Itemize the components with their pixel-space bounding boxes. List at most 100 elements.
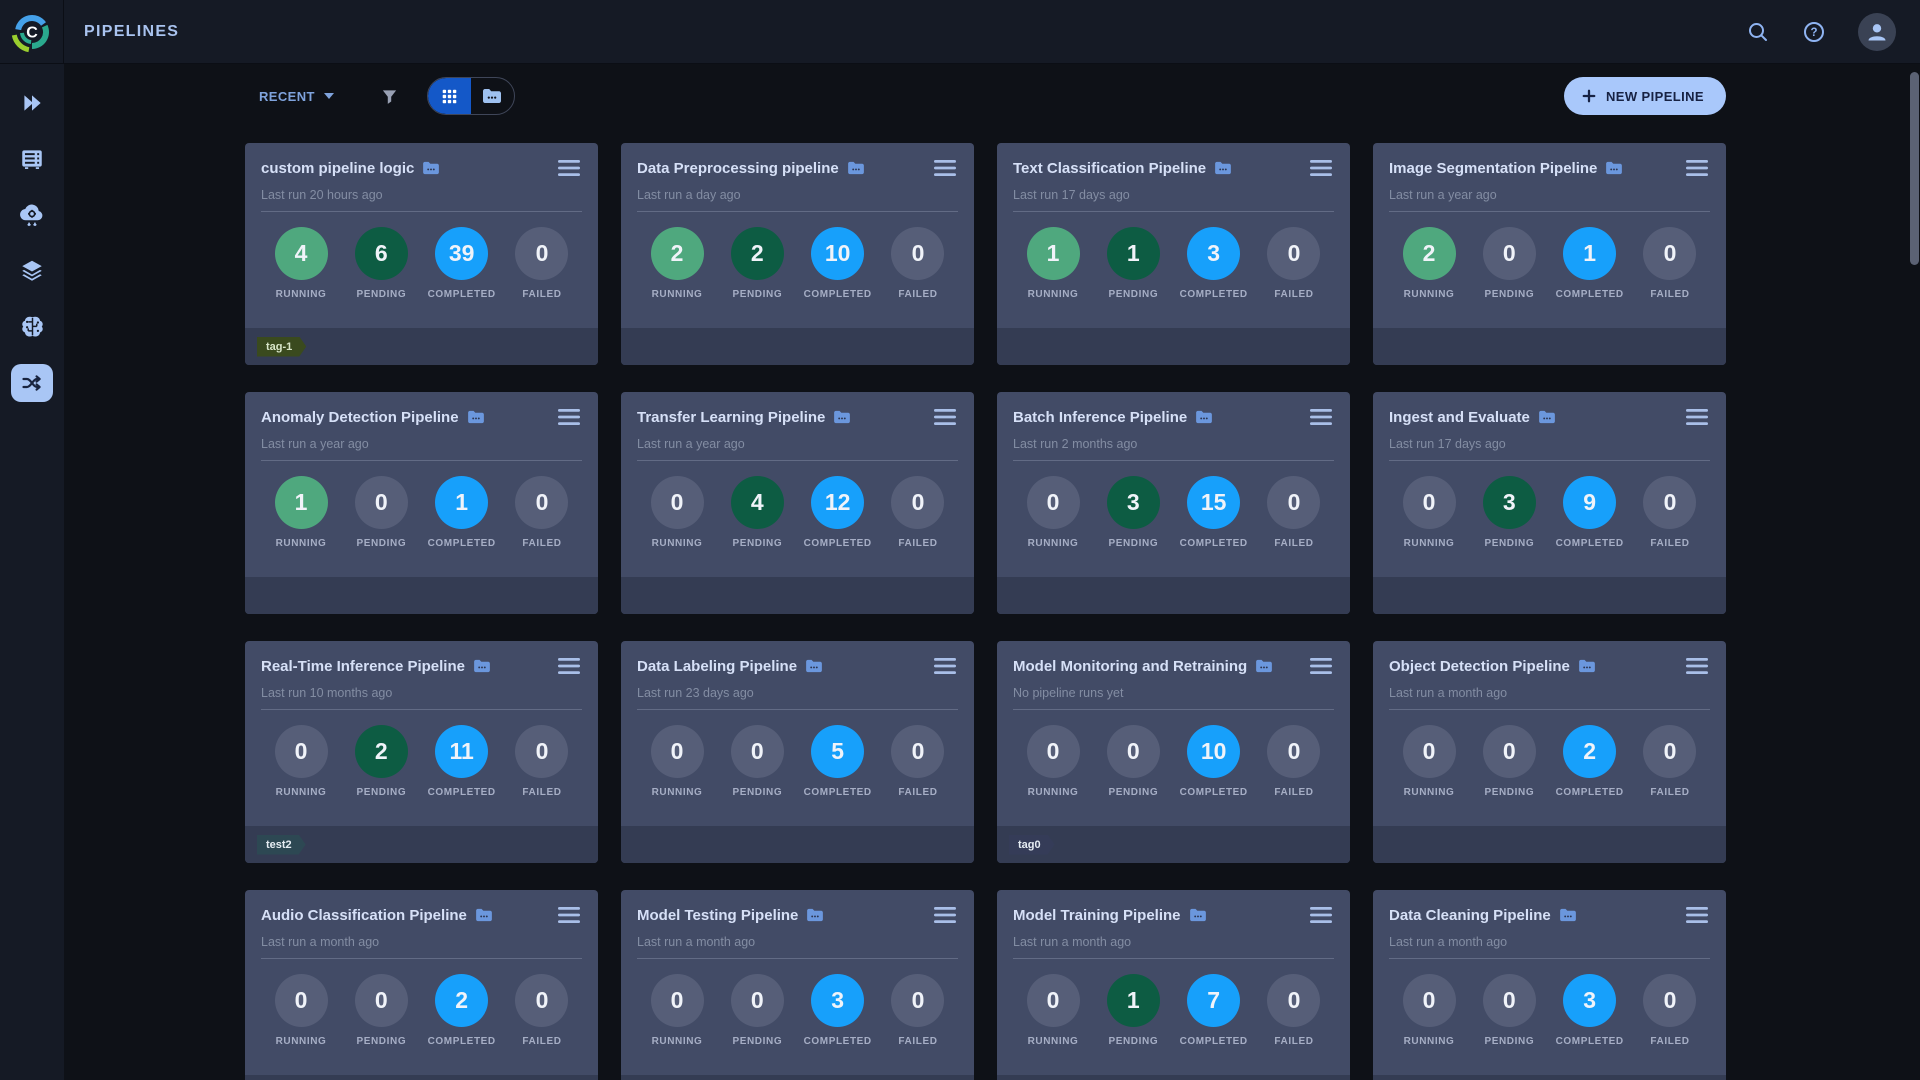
stat-count: 3	[1563, 974, 1616, 1027]
stat: 0 FAILED	[1258, 476, 1330, 549]
stat-label: FAILED	[522, 538, 561, 549]
help-button[interactable]: ?	[1802, 20, 1826, 44]
pipeline-card[interactable]: Image Segmentation Pipeline Last run a y…	[1373, 143, 1726, 365]
stat: 0 FAILED	[882, 725, 954, 798]
pipeline-card[interactable]: Text Classification Pipeline Last run 17…	[997, 143, 1350, 365]
pipeline-card[interactable]: Real-Time Inference Pipeline Last run 10…	[245, 641, 598, 863]
stat-label: PENDING	[732, 787, 782, 798]
clearml-logo-icon: C	[10, 10, 54, 54]
project-folder-icon	[475, 908, 493, 922]
hamburger-menu-icon	[1310, 906, 1332, 924]
stats-row: 0 RUNNING 1 PENDING 7 COMPLETED 0 FAILED	[1013, 974, 1334, 1047]
tag-chip[interactable]: test2	[257, 835, 306, 855]
stat-count: 1	[1107, 227, 1160, 280]
pipeline-card[interactable]: Ingest and Evaluate Last run 17 days ago…	[1373, 392, 1726, 614]
stat-label: FAILED	[1650, 538, 1689, 549]
pipeline-card[interactable]: Model Training Pipeline Last run a month…	[997, 890, 1350, 1080]
stats-row: 0 RUNNING 0 PENDING 2 COMPLETED 0 FAILED	[1389, 725, 1710, 798]
pipeline-card[interactable]: custom pipeline logic Last run 20 hours …	[245, 143, 598, 365]
card-menu-button[interactable]	[1684, 157, 1710, 179]
grid-view-button[interactable]	[428, 78, 471, 114]
card-menu-button[interactable]	[932, 655, 958, 677]
pipeline-card[interactable]: Batch Inference Pipeline Last run 2 mont…	[997, 392, 1350, 614]
main-content: RECENT	[64, 64, 1920, 1080]
sidebar-item-datasets[interactable]	[11, 252, 53, 290]
pipeline-card[interactable]: Object Detection Pipeline Last run a mon…	[1373, 641, 1726, 863]
card-header: Ingest and Evaluate	[1389, 406, 1710, 428]
stats-row: 0 RUNNING 3 PENDING 15 COMPLETED 0 FAILE…	[1013, 476, 1334, 549]
hamburger-menu-icon	[934, 159, 956, 177]
card-menu-button[interactable]	[1308, 406, 1334, 428]
stat-label: FAILED	[1274, 289, 1313, 300]
new-pipeline-button[interactable]: NEW PIPELINE	[1564, 77, 1726, 115]
card-menu-button[interactable]	[1308, 655, 1334, 677]
view-toggle	[427, 77, 515, 115]
stat-label: COMPLETED	[428, 787, 496, 798]
projects-view-button[interactable]	[471, 78, 514, 114]
stat: 2 PENDING	[345, 725, 417, 798]
stat-count: 0	[275, 725, 328, 778]
pipeline-card[interactable]: Data Preprocessing pipeline Last run a d…	[621, 143, 974, 365]
stat-count: 0	[355, 974, 408, 1027]
sidebar-item-experiments[interactable]	[11, 84, 53, 122]
card-menu-button[interactable]	[1684, 904, 1710, 926]
card-menu-button[interactable]	[1684, 655, 1710, 677]
sidebar-item-pipelines[interactable]	[11, 364, 53, 402]
card-footer	[621, 328, 974, 365]
card-menu-button[interactable]	[556, 904, 582, 926]
filter-button[interactable]	[380, 87, 399, 106]
stat-count: 0	[891, 227, 944, 280]
stats-row: 4 RUNNING 6 PENDING 39 COMPLETED 0 FAILE…	[261, 227, 582, 300]
app-header: C PIPELINES ?	[0, 0, 1920, 64]
card-menu-button[interactable]	[1684, 406, 1710, 428]
stat-count: 10	[811, 227, 864, 280]
search-button[interactable]	[1746, 20, 1770, 44]
card-menu-button[interactable]	[932, 406, 958, 428]
stat-count: 0	[651, 476, 704, 529]
help-icon: ?	[1802, 20, 1826, 44]
datasets-layers-icon	[19, 258, 45, 284]
card-menu-button[interactable]	[1308, 904, 1334, 926]
pipeline-card[interactable]: Data Labeling Pipeline Last run 23 days …	[621, 641, 974, 863]
sidebar-item-workers[interactable]	[11, 140, 53, 178]
user-avatar[interactable]	[1858, 13, 1896, 51]
card-menu-button[interactable]	[556, 157, 582, 179]
pipeline-card[interactable]: Data Cleaning Pipeline Last run a month …	[1373, 890, 1726, 1080]
card-menu-button[interactable]	[556, 655, 582, 677]
stat-label: PENDING	[356, 787, 406, 798]
card-header: custom pipeline logic	[261, 157, 582, 179]
pipeline-card[interactable]: Anomaly Detection Pipeline Last run a ye…	[245, 392, 598, 614]
stat-label: FAILED	[1650, 1036, 1689, 1047]
card-divider	[261, 958, 582, 959]
stat-label: PENDING	[356, 289, 406, 300]
card-menu-button[interactable]	[932, 157, 958, 179]
stat: 4 PENDING	[721, 476, 793, 549]
pipeline-title: Data Preprocessing pipeline	[637, 160, 839, 177]
app-logo[interactable]: C	[0, 0, 64, 64]
stat-count: 0	[731, 974, 784, 1027]
sort-dropdown[interactable]: RECENT	[259, 89, 334, 104]
sidebar-item-models[interactable]	[11, 308, 53, 346]
stat-count: 0	[515, 725, 568, 778]
sidebar-item-autoscalers[interactable]	[11, 196, 53, 234]
pipeline-title: Real-Time Inference Pipeline	[261, 658, 465, 675]
hamburger-menu-icon	[1686, 159, 1708, 177]
pipeline-card[interactable]: Model Testing Pipeline Last run a month …	[621, 890, 974, 1080]
hamburger-menu-icon	[1686, 906, 1708, 924]
pipeline-title: Model Monitoring and Retraining	[1013, 658, 1247, 675]
stat-count: 2	[1403, 227, 1456, 280]
pipeline-card[interactable]: Transfer Learning Pipeline Last run a ye…	[621, 392, 974, 614]
card-menu-button[interactable]	[556, 406, 582, 428]
tag-chip[interactable]: tag-1	[257, 337, 306, 357]
card-header: Batch Inference Pipeline	[1013, 406, 1334, 428]
card-menu-button[interactable]	[1308, 157, 1334, 179]
pipeline-card[interactable]: Audio Classification Pipeline Last run a…	[245, 890, 598, 1080]
card-footer	[245, 577, 598, 614]
vertical-scrollbar[interactable]	[1910, 72, 1919, 265]
stat-count: 0	[731, 725, 784, 778]
pipeline-card[interactable]: Model Monitoring and Retraining No pipel…	[997, 641, 1350, 863]
tag-chip[interactable]: tag0	[1009, 835, 1055, 855]
stat-label: RUNNING	[1404, 289, 1455, 300]
card-menu-button[interactable]	[932, 904, 958, 926]
stat-label: PENDING	[1484, 787, 1534, 798]
